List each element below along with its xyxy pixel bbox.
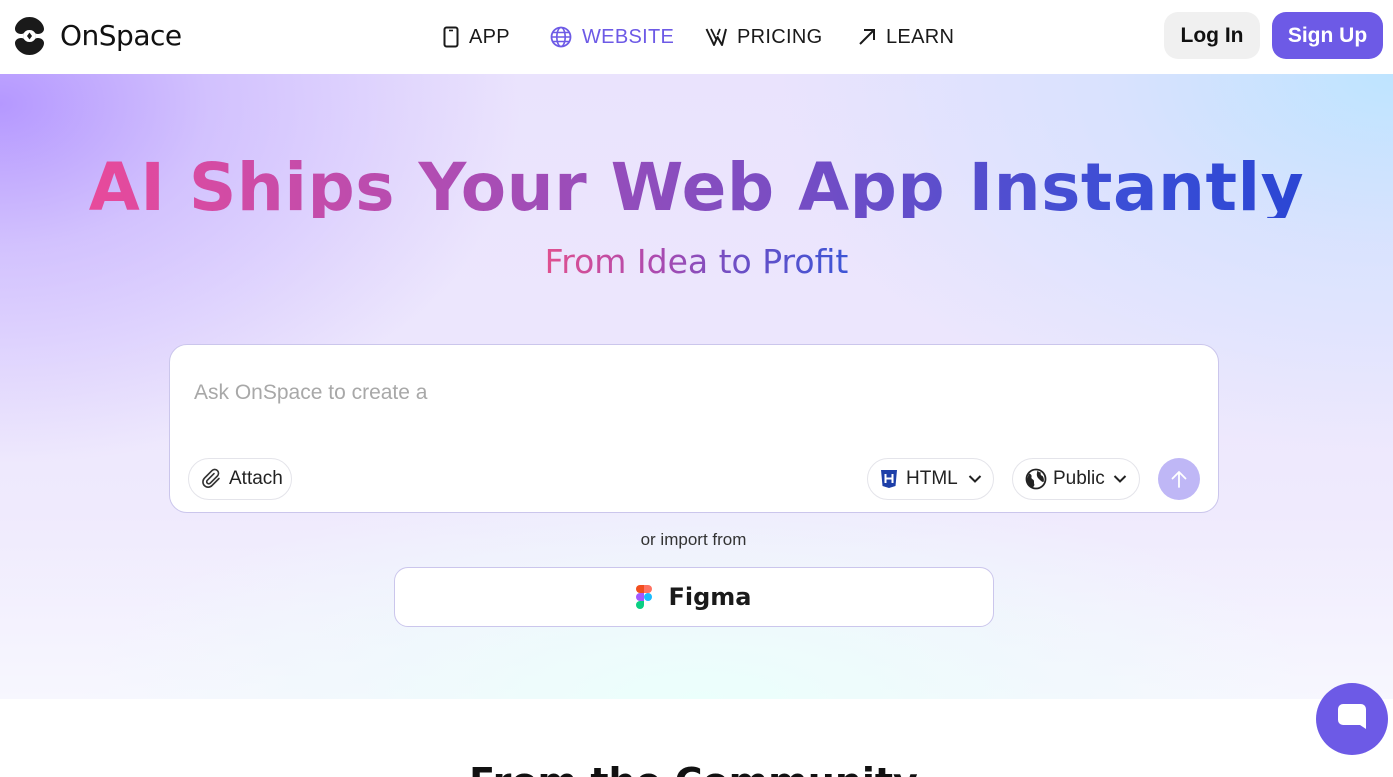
chevron-down-icon (968, 475, 981, 483)
figma-import-button[interactable]: Figma (394, 567, 994, 627)
phone-icon (443, 26, 459, 48)
nav-pricing[interactable]: PRICING (705, 22, 822, 52)
attach-button[interactable]: Attach (188, 458, 292, 500)
globe-icon (550, 26, 572, 48)
arrow-up-right-icon (859, 29, 875, 45)
chevron-down-icon (1113, 475, 1126, 483)
send-button[interactable] (1158, 458, 1200, 500)
nav-website-label: WEBSITE (582, 25, 675, 48)
html5-icon (881, 470, 897, 488)
hero-title: AI Ships Your Web App Instantly (0, 148, 1393, 218)
login-button[interactable]: Log In (1164, 12, 1260, 59)
nav-website[interactable]: WEBSITE (550, 22, 674, 52)
import-label: or import from (640, 530, 747, 549)
prompt-input[interactable] (194, 375, 1174, 411)
signup-button[interactable]: Sign Up (1272, 12, 1383, 59)
hero-subtitle-text: From Idea to Profit (544, 242, 849, 281)
top-header: OnSpace APP WEBSITE PRICING LEARN Log In… (0, 0, 1393, 74)
hero-subtitle: From Idea to Profit (0, 240, 1393, 284)
prompt-box: Attach HTML Public (169, 344, 1219, 513)
chat-bubble-icon (1338, 704, 1366, 729)
arrow-up-icon (1171, 471, 1187, 488)
pricing-logo-icon (705, 28, 727, 46)
paperclip-icon (202, 468, 220, 488)
figma-label: Figma (668, 583, 752, 611)
visibility-label: Public (1053, 468, 1105, 489)
chat-support-button[interactable] (1316, 683, 1388, 755)
attach-label: Attach (229, 468, 283, 489)
nav-learn-label: LEARN (886, 25, 955, 48)
nav-app-label: APP (469, 25, 510, 48)
figma-icon (636, 585, 653, 609)
hero-title-text: AI Ships Your Web App Instantly (89, 149, 1304, 218)
nav-pricing-label: PRICING (737, 25, 823, 48)
community-section-title: From the Community (0, 757, 1387, 777)
visibility-select[interactable]: Public (1012, 458, 1140, 500)
format-select[interactable]: HTML (867, 458, 994, 500)
hero-section: AI Ships Your Web App Instantly From Ide… (0, 74, 1393, 699)
format-label: HTML (906, 468, 958, 489)
nav-learn[interactable]: LEARN (858, 22, 954, 52)
nav-app[interactable]: APP (443, 22, 510, 52)
world-globe-icon (1025, 468, 1047, 490)
